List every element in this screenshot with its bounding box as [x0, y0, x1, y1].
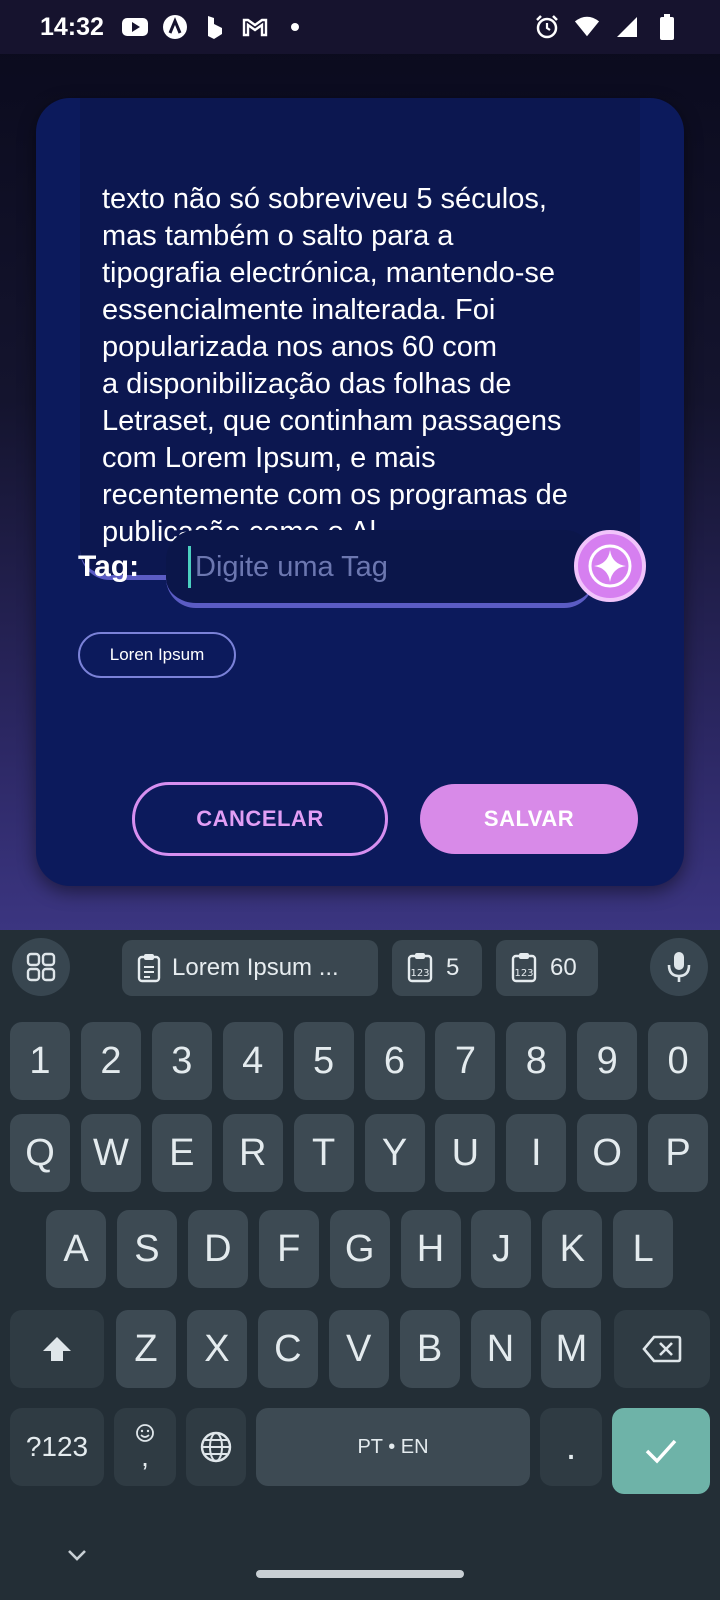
key-t[interactable]: T: [293, 1114, 354, 1192]
edit-note-dialog: texto não só sobreviveu 5 séculos, mas t…: [36, 98, 684, 886]
key-h[interactable]: H: [400, 1210, 461, 1288]
comma-label: ,: [141, 1441, 149, 1472]
cancel-button[interactable]: CANCELAR: [132, 782, 388, 856]
key-y[interactable]: Y: [364, 1114, 425, 1192]
key-c[interactable]: C: [257, 1310, 318, 1388]
key-v[interactable]: V: [328, 1310, 389, 1388]
number-suggestion-60[interactable]: 123 60: [496, 940, 598, 996]
dot-icon: [282, 14, 308, 40]
tag-chip[interactable]: Loren Ipsum: [78, 632, 236, 678]
sparkle-icon: [588, 544, 632, 588]
key-8[interactable]: 8: [506, 1022, 567, 1100]
save-button[interactable]: SALVAR: [420, 784, 638, 854]
tag-input[interactable]: [188, 546, 578, 588]
bing-icon: [202, 14, 228, 40]
chevron-down-icon[interactable]: [66, 1548, 88, 1562]
key-r[interactable]: R: [222, 1114, 283, 1192]
status-time: 14:32: [40, 12, 104, 41]
svg-text:123: 123: [514, 968, 533, 979]
key-f[interactable]: F: [258, 1210, 319, 1288]
tag-label: Tag:: [78, 550, 140, 583]
key-1[interactable]: 1: [10, 1022, 70, 1100]
voice-input-button[interactable]: [650, 938, 708, 996]
youtube-icon: [121, 14, 148, 40]
symbols-key[interactable]: ?123: [10, 1408, 104, 1486]
microphone-icon: [667, 952, 691, 982]
key-o[interactable]: O: [577, 1114, 638, 1192]
notification-icons: [121, 14, 308, 40]
key-6[interactable]: 6: [364, 1022, 425, 1100]
key-7[interactable]: 7: [435, 1022, 496, 1100]
gmail-icon: [242, 14, 268, 40]
checkmark-icon: [645, 1439, 677, 1464]
grid-icon: [26, 952, 56, 982]
note-text-area[interactable]: texto não só sobreviveu 5 séculos, mas t…: [80, 98, 640, 580]
note-text: texto não só sobreviveu 5 séculos, mas t…: [102, 183, 568, 548]
battery-icon: [654, 14, 680, 40]
key-m[interactable]: M: [541, 1310, 602, 1388]
backspace-icon: [642, 1335, 682, 1363]
key-x[interactable]: X: [186, 1310, 247, 1388]
key-2[interactable]: 2: [80, 1022, 141, 1100]
home-gesture-pill[interactable]: [256, 1570, 464, 1578]
key-s[interactable]: S: [116, 1210, 177, 1288]
navigation-bar: [0, 1528, 720, 1600]
key-g[interactable]: G: [329, 1210, 390, 1288]
clipboard-suggestion[interactable]: Lorem Ipsum ...: [122, 940, 378, 996]
key-z[interactable]: Z: [116, 1310, 176, 1388]
key-k[interactable]: K: [542, 1210, 603, 1288]
key-w[interactable]: W: [80, 1114, 141, 1192]
key-e[interactable]: E: [151, 1114, 212, 1192]
key-q[interactable]: Q: [10, 1114, 70, 1192]
keyboard-menu-button[interactable]: [12, 938, 70, 996]
key-b[interactable]: B: [399, 1310, 460, 1388]
key-3[interactable]: 3: [151, 1022, 212, 1100]
key-u[interactable]: U: [435, 1114, 496, 1192]
soft-keyboard: Lorem Ipsum ... 123 5 123 60 1234567890 …: [0, 930, 720, 1600]
signal-icon: [614, 14, 640, 40]
emoji-icon: [136, 1424, 154, 1442]
key-i[interactable]: I: [506, 1114, 567, 1192]
shift-key[interactable]: [10, 1310, 104, 1388]
tag-input-container: [166, 530, 594, 608]
key-9[interactable]: 9: [577, 1022, 638, 1100]
system-icons: [534, 14, 680, 40]
status-bar: 14:32: [0, 0, 720, 54]
shift-icon: [43, 1337, 71, 1361]
arc-icon: [162, 14, 188, 40]
key-p[interactable]: P: [648, 1114, 709, 1192]
add-tag-button[interactable]: [574, 530, 646, 602]
backspace-key[interactable]: [614, 1310, 710, 1388]
key-5[interactable]: 5: [293, 1022, 354, 1100]
key-4[interactable]: 4: [222, 1022, 283, 1100]
key-d[interactable]: D: [187, 1210, 248, 1288]
alarm-icon: [534, 14, 560, 40]
enter-key[interactable]: [612, 1408, 710, 1494]
space-key[interactable]: PT • EN: [256, 1408, 530, 1486]
key-j[interactable]: J: [471, 1210, 532, 1288]
key-a[interactable]: A: [46, 1210, 106, 1288]
key-l[interactable]: L: [613, 1210, 674, 1288]
clipboard-icon: [137, 954, 161, 983]
key-n[interactable]: N: [470, 1310, 531, 1388]
period-key[interactable]: .: [540, 1408, 602, 1486]
svg-text:123: 123: [410, 968, 429, 979]
globe-icon: [200, 1431, 232, 1463]
emoji-comma-key[interactable]: ,: [114, 1408, 176, 1486]
number-suggestion-60-label: 60: [550, 954, 577, 981]
clipboard-number-icon: 123: [407, 953, 433, 983]
key-0[interactable]: 0: [648, 1022, 709, 1100]
number-suggestion-5-label: 5: [446, 954, 460, 981]
clipboard-suggestion-label: Lorem Ipsum ...: [172, 954, 339, 981]
language-key[interactable]: [186, 1408, 246, 1486]
wifi-icon: [574, 14, 600, 40]
suggestion-strip: Lorem Ipsum ... 123 5 123 60: [0, 930, 720, 1006]
number-suggestion-5[interactable]: 123 5: [392, 940, 482, 996]
clipboard-number-icon: 123: [511, 953, 537, 983]
